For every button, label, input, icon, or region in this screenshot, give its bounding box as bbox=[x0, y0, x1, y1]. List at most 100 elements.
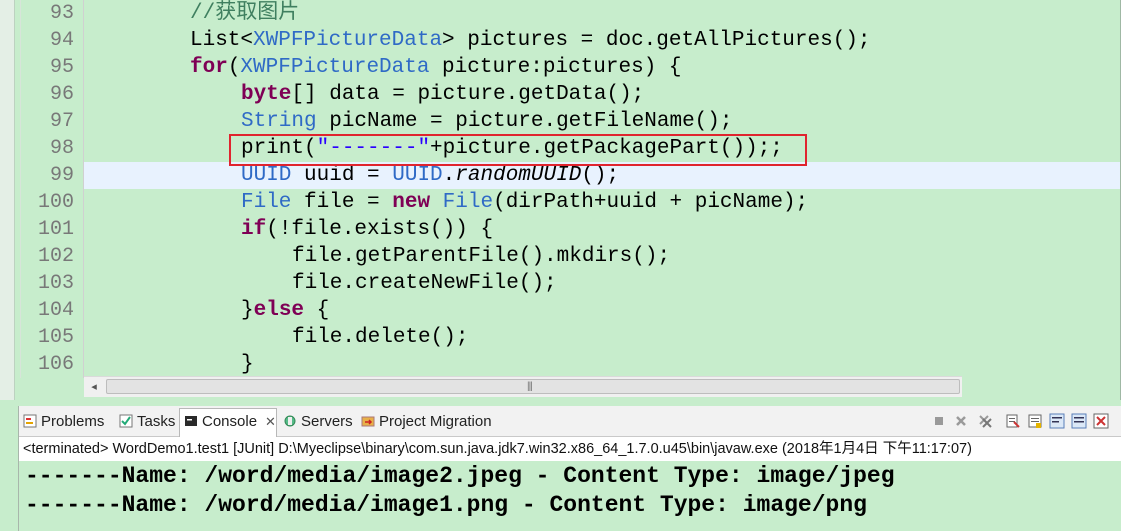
servers-icon bbox=[284, 415, 296, 427]
code-token: { bbox=[304, 299, 330, 322]
line-number: 98 bbox=[49, 137, 74, 160]
code-keyword: for bbox=[190, 56, 228, 79]
code-token: (); bbox=[581, 164, 620, 187]
console-status-line: <terminated> WordDemo1.test1 [JUnit] D:\… bbox=[19, 437, 1121, 461]
code-line[interactable]: for(XWPFPictureData picture:pictures) { bbox=[84, 54, 1121, 81]
tab-label: Problems bbox=[41, 413, 105, 430]
scroll-lock-icon[interactable] bbox=[1027, 413, 1043, 429]
code-keyword: new bbox=[392, 191, 431, 214]
line-number: 102 bbox=[37, 245, 74, 268]
tab-project-migration[interactable]: Project Migration bbox=[361, 409, 492, 435]
line-number: 95 bbox=[49, 56, 74, 79]
line-number-gutter: 93 94 95 96 97 98 99 100 101 102 103 104… bbox=[29, 0, 84, 378]
tab-label: Servers bbox=[301, 413, 353, 430]
line-number: 104 bbox=[37, 299, 74, 322]
code-token: ( bbox=[227, 56, 241, 79]
code-line[interactable]: //获取图片 bbox=[84, 0, 1121, 27]
show-console-on-output-icon[interactable] bbox=[1071, 413, 1087, 429]
scrollbar-grip-icon: ||| bbox=[527, 381, 533, 392]
console-output[interactable]: -------Name: /word/media/image2.jpeg - C… bbox=[19, 461, 1121, 531]
tab-servers[interactable]: Servers bbox=[283, 409, 353, 435]
line-number: 106 bbox=[37, 353, 74, 376]
code-line-text: file.createNewFile(); bbox=[292, 272, 557, 295]
tab-console[interactable]: Console ✕ bbox=[179, 408, 277, 437]
code-token: picName = picture.getFileName(); bbox=[316, 110, 733, 133]
code-line-text: } bbox=[241, 353, 254, 376]
remove-all-terminated-icon[interactable] bbox=[977, 413, 993, 429]
close-icon[interactable]: ✕ bbox=[265, 414, 276, 429]
code-comment: //获取图片 bbox=[190, 2, 300, 25]
console-icon bbox=[185, 416, 197, 426]
word-wrap-icon[interactable] bbox=[1049, 413, 1065, 429]
code-line[interactable]: } bbox=[84, 351, 1121, 378]
code-token: uuid = bbox=[291, 164, 393, 187]
code-static-method: randomUUID bbox=[455, 164, 582, 187]
code-line-current[interactable]: UUID uuid = UUID.randomUUID(); bbox=[84, 162, 1121, 189]
code-type-token: File bbox=[241, 191, 292, 214]
code-line-text: for(XWPFPictureData picture:pictures) { bbox=[190, 54, 682, 81]
tab-label: Tasks bbox=[137, 413, 176, 430]
code-keyword: if bbox=[241, 218, 267, 241]
code-token: (!file.exists()) { bbox=[266, 218, 494, 241]
scroll-left-arrow-icon[interactable]: ◂ bbox=[87, 380, 101, 394]
tab-tasks[interactable]: Tasks bbox=[119, 409, 175, 435]
code-token: (dirPath+uuid + picName); bbox=[493, 191, 809, 214]
code-line-text: file.delete(); bbox=[292, 326, 469, 349]
console-output-line: -------Name: /word/media/image1.png - Co… bbox=[25, 492, 867, 518]
line-number: 99 bbox=[49, 164, 74, 187]
code-type-token: XWPFPictureData bbox=[253, 29, 443, 52]
line-number: 97 bbox=[49, 110, 74, 133]
scrollbar-thumb[interactable]: ||| bbox=[106, 379, 960, 394]
code-token: List< bbox=[190, 29, 254, 52]
code-keyword: byte bbox=[241, 83, 292, 106]
code-line[interactable]: byte[] data = picture.getData(); bbox=[84, 81, 1121, 108]
code-line[interactable]: }else { bbox=[84, 297, 1121, 324]
code-line[interactable]: file.getParentFile().mkdirs(); bbox=[84, 243, 1121, 270]
code-token: . bbox=[442, 164, 456, 187]
code-type-token: File bbox=[442, 191, 494, 214]
code-line-text: byte[] data = picture.getData(); bbox=[241, 81, 644, 108]
code-line-text: if(!file.exists()) { bbox=[241, 216, 493, 243]
project-migration-icon bbox=[361, 416, 375, 427]
code-token: file = bbox=[291, 191, 393, 214]
horizontal-scrollbar[interactable]: ◂ ||| bbox=[84, 376, 962, 397]
code-token: } bbox=[241, 299, 254, 322]
code-line-text: }else { bbox=[241, 297, 329, 324]
view-tab-bar: Problems Tasks Console ✕ Servers Project … bbox=[19, 406, 1121, 437]
code-type-token: UUID bbox=[392, 164, 443, 187]
line-number: 96 bbox=[49, 83, 74, 106]
code-line-text: file.getParentFile().mkdirs(); bbox=[292, 245, 671, 268]
tab-problems[interactable]: Problems bbox=[23, 409, 104, 435]
line-number: 105 bbox=[37, 326, 74, 349]
code-type-token: UUID bbox=[241, 164, 292, 187]
clear-console-icon[interactable] bbox=[1005, 413, 1021, 429]
remove-launch-icon[interactable] bbox=[953, 413, 969, 429]
code-line-text: File file = new File(dirPath+uuid + picN… bbox=[241, 189, 808, 216]
code-line-text: UUID uuid = UUID.randomUUID(); bbox=[241, 162, 619, 189]
code-line[interactable]: file.delete(); bbox=[84, 324, 1121, 351]
code-line[interactable]: String picName = picture.getFileName(); bbox=[84, 108, 1121, 135]
code-editor[interactable]: 93 94 95 96 97 98 99 100 101 102 103 104… bbox=[0, 0, 1121, 400]
line-number: 94 bbox=[49, 29, 74, 52]
editor-left-edge bbox=[0, 0, 15, 400]
terminate-icon[interactable] bbox=[931, 413, 947, 429]
code-line[interactable]: file.createNewFile(); bbox=[84, 270, 1121, 297]
code-token: picture:pictures) { bbox=[429, 56, 682, 79]
line-number: 93 bbox=[49, 2, 74, 25]
tab-label: Project Migration bbox=[379, 413, 492, 430]
code-token: > pictures = doc.getAllPictures(); bbox=[442, 29, 871, 52]
line-number: 101 bbox=[37, 218, 74, 241]
code-token: [] data = picture.getData(); bbox=[291, 83, 645, 106]
code-keyword: else bbox=[253, 299, 305, 322]
code-line[interactable]: List<XWPFPictureData> pictures = doc.get… bbox=[84, 27, 1121, 54]
editor-annotation-ruler bbox=[20, 0, 29, 378]
show-console-on-error-icon[interactable] bbox=[1093, 413, 1109, 429]
console-output-line: -------Name: /word/media/image2.jpeg - C… bbox=[25, 463, 895, 489]
code-line[interactable]: if(!file.exists()) { bbox=[84, 216, 1121, 243]
line-number: 103 bbox=[37, 272, 74, 295]
tab-label: Console bbox=[202, 413, 258, 430]
code-line[interactable]: File file = new File(dirPath+uuid + picN… bbox=[84, 189, 1121, 216]
code-area[interactable]: //获取图片 List<XWPFPictureData> pictures = … bbox=[84, 0, 1121, 378]
code-line-text: String picName = picture.getFileName(); bbox=[241, 108, 733, 135]
